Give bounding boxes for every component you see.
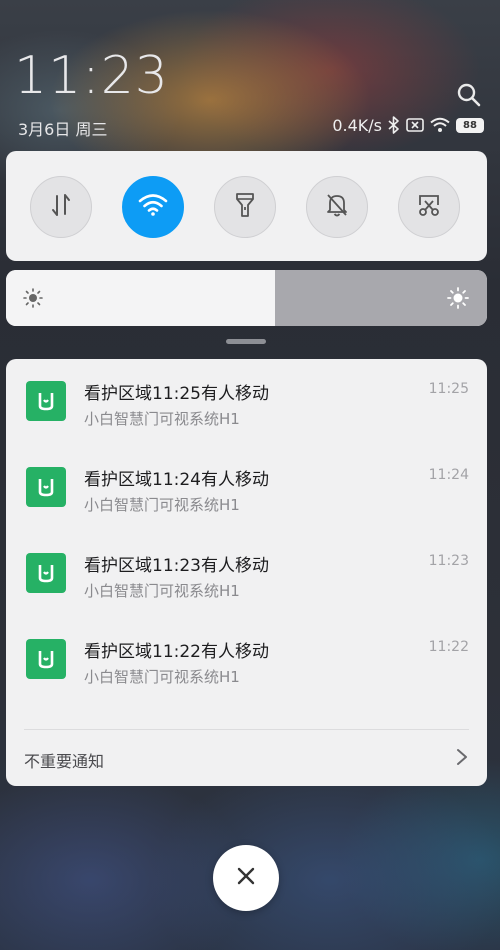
- notification-app-name: 小白智慧门可视系统H1: [84, 410, 240, 428]
- brightness-high-icon: [447, 287, 469, 309]
- data-arrows-icon: [50, 193, 72, 221]
- notification-title: 看护区域11:24有人移动: [84, 470, 269, 490]
- toggle-wifi[interactable]: [122, 176, 184, 238]
- brightness-low-icon: [22, 287, 44, 309]
- bluetooth-icon: [388, 116, 400, 134]
- toggle-silent[interactable]: [306, 176, 368, 238]
- battery-icon: 88: [456, 117, 484, 133]
- quick-settings-panel: [6, 151, 487, 261]
- wifi-icon: [138, 193, 168, 221]
- mijia-app-icon: [26, 381, 66, 421]
- notification-time: 11:22: [428, 639, 469, 655]
- net-speed: 0.4K/s: [332, 115, 382, 135]
- unimportant-notifications-link[interactable]: 不重要通知: [24, 748, 104, 772]
- no-sim-icon: [406, 117, 424, 133]
- notification-title: 看护区域11:25有人移动: [84, 384, 269, 404]
- flashlight-icon: [234, 192, 256, 222]
- notification-title: 看护区域11:22有人移动: [84, 642, 269, 662]
- mijia-app-icon: [26, 639, 66, 679]
- status-bar-right: 0.4K/s 88: [332, 114, 484, 136]
- notification-item[interactable]: 看护区域11:24有人移动 小白智慧门可视系统H1 11:24: [6, 445, 487, 531]
- search-icon[interactable]: [456, 82, 482, 108]
- mijia-app-icon: [26, 467, 66, 507]
- notification-panel: 看护区域11:25有人移动 小白智慧门可视系统H1 11:25 看护区域11:2…: [6, 359, 487, 786]
- notification-app-name: 小白智慧门可视系统H1: [84, 582, 240, 600]
- chevron-right-icon[interactable]: [455, 747, 469, 767]
- bell-off-icon: [325, 192, 349, 222]
- wifi-icon: [430, 117, 450, 133]
- brightness-slider[interactable]: [6, 270, 487, 326]
- notification-time: 11:23: [428, 553, 469, 569]
- notification-item[interactable]: 看护区域11:23有人移动 小白智慧门可视系统H1 11:23: [6, 531, 487, 617]
- toggle-screenshot[interactable]: [398, 176, 460, 238]
- notification-app-name: 小白智慧门可视系统H1: [84, 668, 240, 686]
- notification-item[interactable]: 看护区域11:22有人移动 小白智慧门可视系统H1 11:22: [6, 617, 487, 703]
- close-icon: [236, 866, 256, 890]
- clear-all-button[interactable]: [213, 845, 279, 911]
- divider: [24, 729, 469, 730]
- notification-item[interactable]: 看护区域11:25有人移动 小白智慧门可视系统H1 11:25: [6, 359, 487, 445]
- notification-title: 看护区域11:23有人移动: [84, 556, 269, 576]
- toggle-flashlight[interactable]: [214, 176, 276, 238]
- panel-drag-handle[interactable]: [226, 339, 266, 344]
- mijia-app-icon: [26, 553, 66, 593]
- notification-time: 11:25: [428, 381, 469, 397]
- toggle-mobile-data[interactable]: [30, 176, 92, 238]
- clock: 11:23: [14, 46, 169, 106]
- notification-time: 11:24: [428, 467, 469, 483]
- notification-app-name: 小白智慧门可视系统H1: [84, 496, 240, 514]
- date-label: 3月6日 周三: [18, 120, 108, 139]
- brightness-fill: [6, 270, 276, 326]
- scissors-icon: [416, 193, 442, 221]
